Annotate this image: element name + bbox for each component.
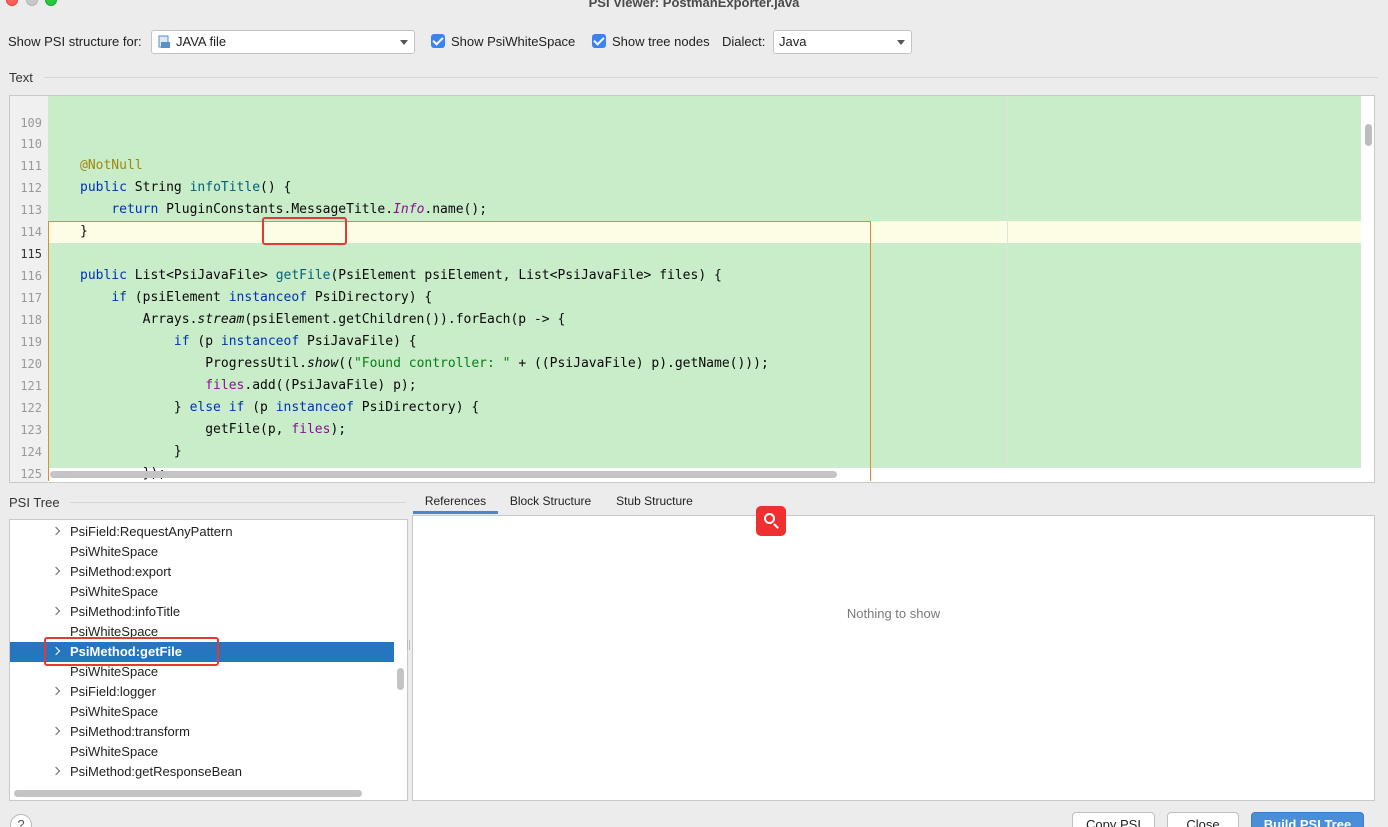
tree-item[interactable]: PsiMethod:getResponseBean (10, 762, 394, 782)
splitter-handle[interactable] (407, 640, 410, 650)
tree-selection-highlight (44, 637, 219, 666)
show-tree-nodes-label: Show tree nodes (612, 34, 710, 49)
chevron-right-icon[interactable] (51, 606, 61, 616)
empty-state-text: Nothing to show (846, 606, 941, 621)
structure-combo[interactable]: JAVA file (151, 30, 415, 54)
psi-tree-label: PSI Tree (9, 495, 60, 510)
show-whitespace-checkbox[interactable] (431, 34, 445, 48)
tree-item[interactable]: PsiField:logger (10, 682, 394, 702)
chevron-down-icon (897, 40, 905, 45)
editor-vertical-scrollbar[interactable] (1365, 124, 1372, 146)
code-line: 112 return PluginConstants.MessageTitle.… (20, 181, 488, 217)
tree-item[interactable]: PsiMethod:export (10, 562, 394, 582)
title-bar: PSI Viewer: PostmanExporter.java (0, 0, 1388, 12)
code-line: 111 public String infoTitle() { (20, 159, 292, 195)
chevron-right-icon[interactable] (51, 526, 61, 536)
chevron-down-icon (400, 40, 408, 45)
structure-label: Show PSI structure for: (8, 34, 142, 49)
tree-horizontal-scrollbar[interactable] (14, 790, 362, 797)
tree-item[interactable]: PsiWhiteSpace (10, 702, 394, 722)
psi-tree[interactable]: PsiField:RequestAnyPattern PsiWhiteSpace… (9, 519, 408, 801)
copy-psi-button[interactable]: Copy PSI (1072, 812, 1155, 827)
dialect-combo[interactable]: Java (773, 30, 912, 54)
tab-block-structure[interactable]: Block Structure (502, 490, 599, 514)
search-icon[interactable] (756, 506, 786, 536)
java-file-icon (158, 35, 170, 48)
psi-element-outline (48, 221, 871, 481)
psi-tree-separator (70, 502, 406, 503)
tree-item[interactable]: PsiMethod:infoTitle (10, 602, 394, 622)
text-separator (44, 77, 1378, 78)
code-line: 109 (20, 116, 42, 130)
help-icon[interactable]: ? (10, 814, 32, 827)
tree-item[interactable]: PsiWhiteSpace (10, 542, 394, 562)
text-section-label: Text (9, 70, 33, 85)
code-line: 113 } (20, 203, 88, 239)
tab-stub-structure[interactable]: Stub Structure (607, 490, 702, 514)
window-title: PSI Viewer: PostmanExporter.java (588, 0, 800, 10)
tree-item[interactable]: PsiWhiteSpace (10, 742, 394, 762)
editor-horizontal-scrollbar[interactable] (50, 471, 837, 478)
method-name-highlight (262, 217, 347, 245)
close-button[interactable]: Close (1167, 812, 1239, 827)
code-line: 114 (20, 225, 42, 239)
references-panel: Nothing to show (412, 515, 1375, 801)
build-psi-tree-button[interactable]: Build PSI Tree (1251, 812, 1364, 827)
show-tree-nodes-checkbox[interactable] (592, 34, 606, 48)
structure-value: JAVA file (176, 34, 227, 49)
code-line: 110 @NotNull (20, 137, 143, 173)
toolbar: Show PSI structure for: JAVA file Show P… (8, 30, 1378, 54)
chevron-right-icon[interactable] (51, 726, 61, 736)
show-whitespace-label: Show PsiWhiteSpace (451, 34, 576, 49)
search-lens (764, 513, 775, 524)
dialect-value: Java (779, 34, 807, 49)
chevron-right-icon[interactable] (51, 566, 61, 576)
tree-item[interactable]: PsiWhiteSpace (10, 582, 394, 602)
tree-item[interactable]: PsiMethod:transform (10, 722, 394, 742)
tree-item[interactable]: PsiField:RequestAnyPattern (10, 522, 394, 542)
chevron-right-icon[interactable] (51, 686, 61, 696)
search-handle (773, 523, 779, 529)
code-editor[interactable]: 109 110 @NotNull 111 public String infoT… (9, 95, 1375, 483)
tree-vertical-scrollbar[interactable] (397, 668, 404, 690)
dialect-label: Dialect: (722, 34, 766, 49)
chevron-right-icon[interactable] (51, 766, 61, 776)
tab-references[interactable]: References (413, 490, 498, 514)
